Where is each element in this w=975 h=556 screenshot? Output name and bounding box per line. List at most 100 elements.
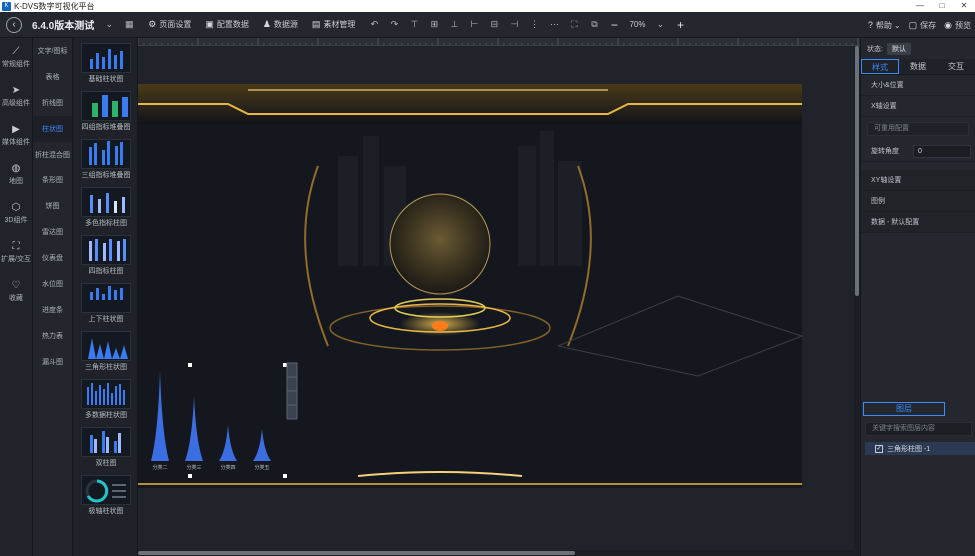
tab-data[interactable]: 数据 (899, 59, 937, 74)
category-pie[interactable]: 饼图 (33, 193, 72, 219)
thumb-preview (81, 91, 131, 121)
prop-legend[interactable]: 图例 (861, 191, 975, 212)
folder-icon: ▤ (311, 19, 321, 29)
config-data-button[interactable]: ▣ 配置数据 (205, 19, 249, 30)
thumb-four-indicator[interactable]: 四指标柱图 (81, 235, 131, 276)
tab-layers[interactable]: 图层 (863, 402, 945, 416)
align-bottom-icon[interactable]: ⊥ (449, 19, 459, 30)
screen-background (138, 84, 802, 488)
layer-item[interactable]: ✓ 三角形柱图 -1 (865, 442, 975, 455)
prop-data-default[interactable]: 数据 - 默认配置 (861, 212, 975, 233)
thumb-updown-bar[interactable]: 上下柱状图 (81, 283, 131, 324)
minimize-button[interactable]: — (909, 0, 931, 12)
window-title: K-DVS数字可视化平台 (14, 1, 95, 11)
thumb-multi-data-bar[interactable]: 多数据柱状图 (81, 379, 131, 420)
expand-icon: ⛶ (12, 241, 20, 252)
save-button[interactable]: ▢ 保存 (909, 20, 937, 31)
thumb-label: 上下柱状图 (88, 316, 124, 323)
distribute-h-icon[interactable]: ⋮ (529, 19, 539, 30)
distribute-v-icon[interactable]: ⋯ (549, 19, 559, 30)
tab-interaction[interactable]: 交互 (937, 59, 975, 74)
category-table[interactable]: 表格 (33, 64, 72, 90)
category-hbar[interactable]: 条形图 (33, 167, 72, 193)
zoom-in-icon[interactable]: + (675, 18, 685, 32)
group-advanced[interactable]: ➤ 高级组件 (0, 77, 32, 116)
prop-size-position[interactable]: 大小&位置 (861, 75, 975, 96)
category-progress[interactable]: 进度条 (33, 297, 72, 323)
redo-icon[interactable]: ↷ (389, 19, 399, 30)
back-button[interactable]: ‹ (6, 16, 22, 33)
horizontal-ruler (138, 38, 860, 46)
group-favorites[interactable]: ♡ 收藏 (0, 272, 32, 311)
category-liquid[interactable]: 水位图 (33, 271, 72, 297)
thumb-preview (81, 331, 131, 361)
group-icon[interactable]: ⧉ (589, 19, 599, 30)
zoom-level[interactable]: 70% (629, 20, 645, 29)
data-source-button[interactable]: ♟ 数据源 (263, 19, 298, 30)
chart-category-label: 分类三 (186, 464, 201, 471)
thumb-basic-bar[interactable]: 基础柱状图 (81, 43, 131, 84)
editor-canvas[interactable]: 分类二 分类三 分类四 分类五 (138, 46, 854, 550)
undo-icon[interactable]: ↶ (369, 19, 379, 30)
group-media[interactable]: ▶ 媒体组件 (0, 116, 32, 155)
thumb-label: 四组指标堆叠图 (81, 124, 131, 131)
grid-icon[interactable]: ▦ (124, 19, 134, 30)
thumb-polar-bar[interactable]: 极轴柱状图 (81, 475, 131, 516)
maximize-button[interactable]: □ (931, 0, 953, 12)
page-settings-button[interactable]: ⚙ 页面设置 (148, 19, 191, 30)
category-line[interactable]: 折线图 (33, 90, 72, 116)
align-top-icon[interactable]: ⊤ (409, 19, 419, 30)
chevron-down-icon: ⌄ (893, 20, 901, 30)
group-extend[interactable]: ⛶ 扩展/交互 (0, 233, 32, 272)
thumb-preview (81, 475, 131, 505)
horizontal-scrollbar[interactable] (138, 550, 854, 556)
prop-x-axis[interactable]: X轴设置 (861, 96, 975, 117)
group-map[interactable]: ◍ 地图 (0, 155, 32, 194)
align-center-icon[interactable]: ⊟ (489, 19, 499, 30)
tab-style[interactable]: 样式 (861, 59, 899, 74)
category-text-icon[interactable]: 文字/图标 (33, 38, 72, 64)
scrollbar-thumb[interactable] (855, 46, 859, 296)
checkbox-icon[interactable]: ✓ (875, 444, 883, 453)
thumb-label: 多色指标柱图 (85, 220, 127, 227)
align-left-icon[interactable]: ⊢ (469, 19, 479, 30)
rotation-input[interactable]: 0 (913, 144, 971, 158)
zoom-out-icon[interactable]: − (609, 18, 619, 32)
state-row: 状态: 默认 (861, 38, 975, 59)
thumb-label: 三组指标堆叠图 (81, 172, 131, 179)
thumb-three-stack[interactable]: 三组指标堆叠图 (81, 139, 131, 180)
group-3d[interactable]: ⬡ 3D组件 (0, 194, 32, 233)
prop-xy-axis[interactable]: XY轴设置 (861, 170, 975, 191)
thumb-four-stack[interactable]: 四组指标堆叠图 (81, 91, 131, 132)
layer-search-input[interactable]: 关键字搜索图层内容 (865, 422, 972, 436)
scrollbar-thumb[interactable] (138, 551, 575, 555)
category-radar[interactable]: 雷达图 (33, 219, 72, 245)
thumb-triangle-bar[interactable]: 三角形柱状图 (81, 331, 131, 372)
category-line-bar[interactable]: 折柱混合图 (33, 142, 72, 168)
category-gauge[interactable]: 仪表盘 (33, 245, 72, 271)
mini-toolbar[interactable] (286, 362, 298, 420)
thumb-preview (81, 427, 131, 457)
state-badge[interactable]: 默认 (886, 42, 911, 55)
reuse-config-field[interactable]: 可重用配置 (867, 122, 969, 136)
question-icon: ? (867, 20, 873, 30)
group-regular[interactable]: ⟋ 常规组件 (0, 38, 32, 77)
category-bar[interactable]: 柱状图 (33, 115, 72, 142)
close-button[interactable]: ✕ (953, 0, 975, 12)
preview-button[interactable]: ◉ 预览 (944, 20, 971, 31)
zoom-dropdown-icon[interactable]: ⌄ (655, 19, 665, 30)
heart-icon: ♡ (11, 280, 21, 291)
layer-item-label: 三角形柱图 -1 (887, 445, 931, 453)
category-heat[interactable]: 热力表 (33, 323, 72, 349)
align-right-icon[interactable]: ⊣ (509, 19, 519, 30)
thumb-multicolor-bar[interactable]: 多色指标柱图 (81, 187, 131, 228)
category-funnel[interactable]: 漏斗图 (33, 349, 72, 375)
fit-screen-icon[interactable]: ⛶ (569, 19, 579, 30)
rotation-label: 旋转角度 (871, 148, 899, 155)
material-mgmt-button[interactable]: ▤ 素材管理 (312, 19, 356, 30)
thumb-double-bar[interactable]: 双柱图 (81, 427, 131, 468)
line-chart-icon: ⟋ (12, 46, 20, 57)
align-middle-icon[interactable]: ⊞ (429, 19, 439, 30)
help-button[interactable]: ? 帮助 ⌄ (868, 20, 901, 31)
chevron-down-icon[interactable]: ⌄ (104, 19, 114, 30)
